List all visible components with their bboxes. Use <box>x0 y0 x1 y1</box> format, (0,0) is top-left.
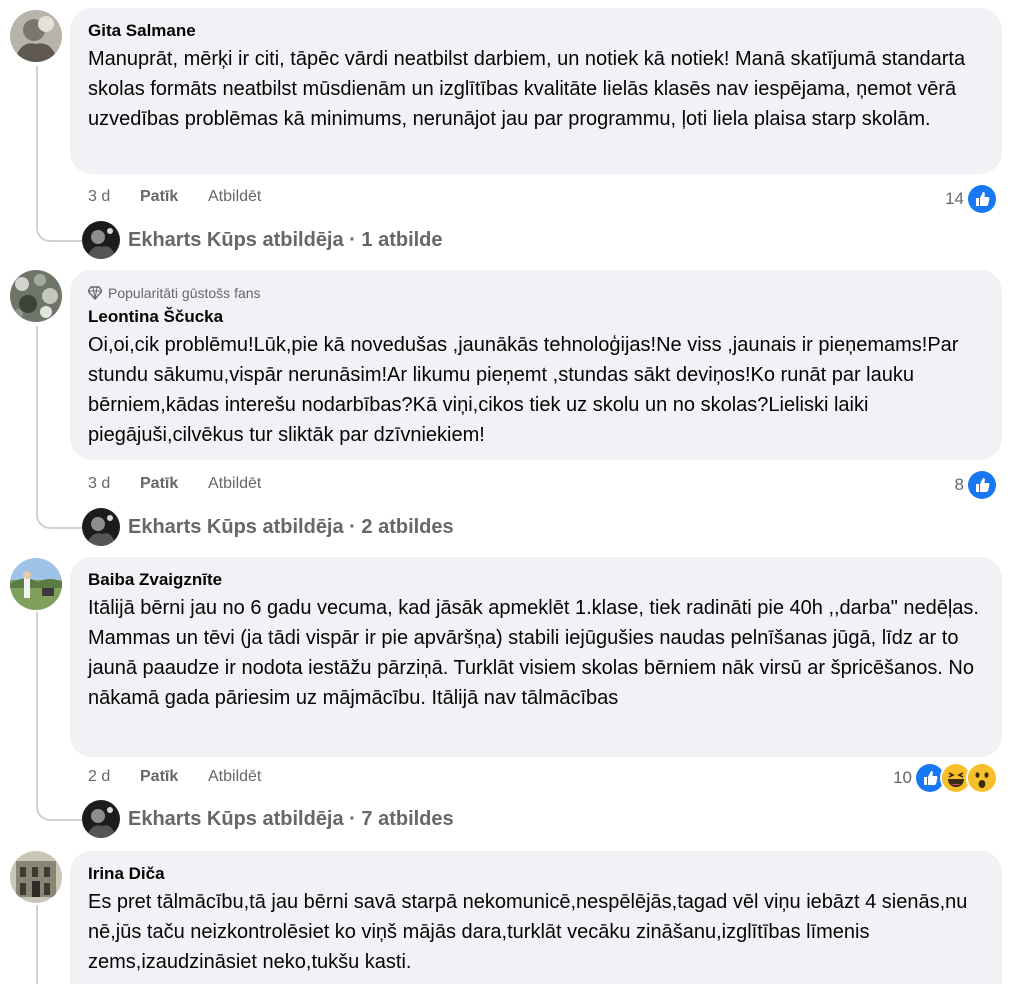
avatar[interactable] <box>10 558 62 610</box>
comment-author[interactable]: Gita Salmane <box>88 20 984 42</box>
comment-time[interactable]: 2 d <box>88 768 140 786</box>
badge-label: Popularitāti gūstošs fans <box>108 285 261 301</box>
reaction-summary[interactable]: 8 <box>955 469 998 501</box>
avatar <box>82 221 120 259</box>
view-replies-link[interactable]: Ekharts Kūps atbildēja · 1 atbilde <box>82 221 443 259</box>
comment-bubble: Popularitāti gūstošs fans Leontina Ščuck… <box>70 270 1002 460</box>
comment-actions: 2 d Patīk Atbildēt <box>88 768 261 786</box>
fan-badge: Popularitāti gūstošs fans <box>87 284 984 302</box>
diamond-icon <box>87 286 103 301</box>
thread-line <box>36 66 38 224</box>
comment-bubble: Baiba Zvaigznīte Itālijā bērni jau no 6 … <box>70 557 1002 757</box>
avatar[interactable] <box>10 10 62 62</box>
comment-actions: 3 d Patīk Atbildēt <box>88 188 261 206</box>
thread-line <box>36 612 38 804</box>
comment-time[interactable]: 3 d <box>88 188 140 206</box>
comment-author[interactable]: Irina Diča <box>88 863 984 885</box>
comment-bubble: Irina Diča Es pret tālmācību,tā jau bērn… <box>70 851 1002 984</box>
reaction-count: 8 <box>954 475 964 494</box>
thread-line <box>36 905 38 984</box>
like-button[interactable]: Patīk <box>140 768 208 786</box>
wow-emoji-icon <box>966 762 998 794</box>
view-replies-link[interactable]: Ekharts Kūps atbildēja · 7 atbildes <box>82 800 454 838</box>
comment-time[interactable]: 3 d <box>88 475 140 493</box>
thread-elbow <box>36 210 82 242</box>
comment-bubble: Gita Salmane Manuprāt, mērķi ir citi, tā… <box>70 8 1002 174</box>
comment-text: Oi,oi,cik problēmu!Lūk,pie kā novedušas … <box>88 334 959 446</box>
comment-author[interactable]: Baiba Zvaigznīte <box>88 569 984 591</box>
avatar[interactable] <box>10 270 62 322</box>
like-button[interactable]: Patīk <box>140 475 208 493</box>
reaction-count: 10 <box>893 768 912 787</box>
reply-button[interactable]: Atbildēt <box>208 768 261 786</box>
reply-button[interactable]: Atbildēt <box>208 188 261 206</box>
comment-text: Itālijā bērni jau no 6 gadu vecuma, kad … <box>88 597 979 709</box>
comment-text: Es pret tālmācību,tā jau bērni savā star… <box>88 891 968 973</box>
reply-button[interactable]: Atbildēt <box>208 475 261 493</box>
replies-text: Ekharts Kūps atbildēja · 2 atbildes <box>128 515 454 538</box>
replies-text: Ekharts Kūps atbildēja · 1 atbilde <box>128 228 443 251</box>
avatar[interactable] <box>10 851 62 903</box>
avatar <box>82 508 120 546</box>
thread-line <box>36 326 38 512</box>
replies-text: Ekharts Kūps atbildēja · 7 atbildes <box>128 807 454 830</box>
thumbs-up-icon <box>966 183 998 215</box>
reaction-summary[interactable]: 14 <box>945 183 998 215</box>
comment-actions: 3 d Patīk Atbildēt <box>88 475 261 493</box>
reaction-summary[interactable]: 10 <box>893 762 998 794</box>
comment-text: Manuprāt, mērķi ir citi, tāpēc vārdi nea… <box>88 48 966 130</box>
avatar <box>82 800 120 838</box>
thread-elbow <box>36 789 82 821</box>
thumbs-up-icon <box>966 469 998 501</box>
like-button[interactable]: Patīk <box>140 188 208 206</box>
thread-elbow <box>36 497 82 529</box>
comment-author[interactable]: Leontina Ščucka <box>88 306 984 328</box>
view-replies-link[interactable]: Ekharts Kūps atbildēja · 2 atbildes <box>82 508 454 546</box>
reaction-count: 14 <box>945 189 964 208</box>
